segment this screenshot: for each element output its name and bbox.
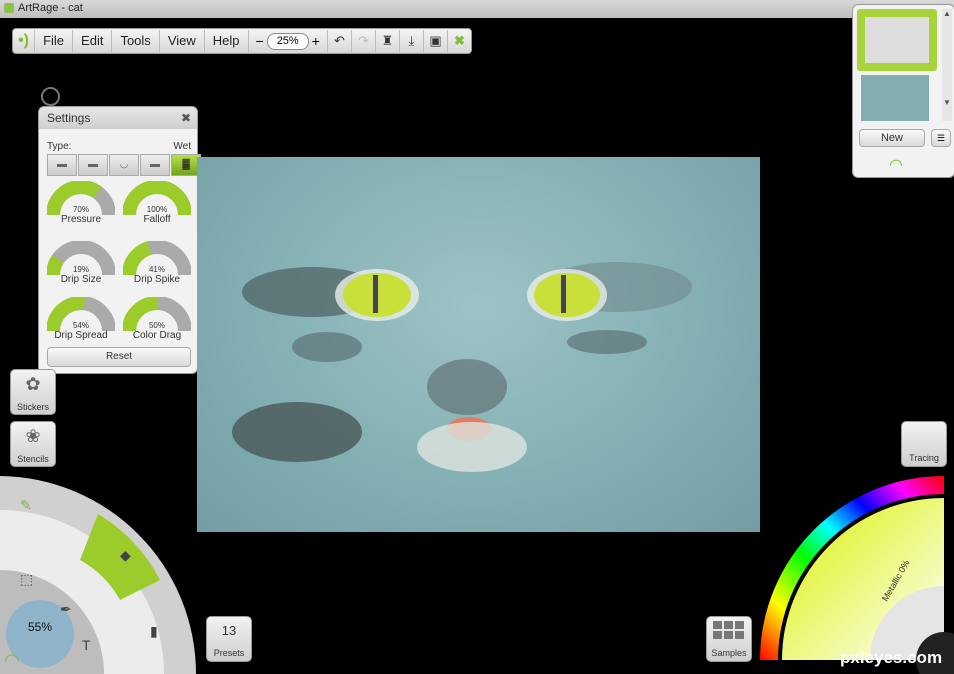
left-cheek-marking: [292, 332, 362, 362]
gauge-value: 70%: [72, 205, 89, 214]
tracing-button[interactable]: Tracing: [901, 421, 947, 467]
layers-panel: ▲ ▼ New ☰ ◠: [852, 4, 954, 178]
gauge-value: 41%: [148, 265, 165, 274]
gauge-drip-spread[interactable]: 54% Drip Spread: [47, 297, 115, 345]
gauge-value: 50%: [148, 321, 165, 330]
gauge-falloff[interactable]: 100% Falloff: [123, 181, 191, 229]
easel-icon[interactable]: ♜: [374, 30, 399, 52]
type-row: Type: Wet: [47, 141, 191, 152]
presets-label: Presets: [213, 648, 245, 658]
right-eye: [534, 273, 600, 317]
stickers-icon: ✿: [25, 374, 41, 394]
window-title: ArtRage - cat: [18, 2, 83, 14]
zoom-control: − 25% +: [247, 30, 327, 52]
layers-scrollbar[interactable]: ▲ ▼: [942, 9, 952, 121]
tracing-label: Tracing: [909, 453, 939, 463]
marker-tool-icon[interactable]: ▮: [150, 623, 158, 639]
title-bar: ArtRage - cat: [0, 0, 954, 18]
cat-painting: [232, 262, 692, 472]
menu-tools[interactable]: Tools: [111, 30, 158, 52]
gauge-label: Drip Spike: [133, 274, 181, 285]
app-icon: [4, 3, 14, 13]
gauge-value: 54%: [72, 321, 89, 330]
menu-edit[interactable]: Edit: [72, 30, 111, 52]
left-cheek-shadow: [232, 402, 362, 462]
stickers-button[interactable]: ✿ Stickers: [10, 369, 56, 415]
gauge-label: Pressure: [60, 214, 101, 225]
type-option-3[interactable]: ◡: [109, 154, 139, 176]
type-buttons: ▬ ▬ ◡ ▬ ▓: [47, 154, 202, 176]
tools-collapse-icon[interactable]: ◠: [4, 650, 20, 670]
reset-button[interactable]: Reset: [47, 347, 191, 367]
muzzle: [417, 422, 527, 472]
close-icon[interactable]: ✖: [181, 107, 191, 129]
gauge-label: Drip Size: [60, 274, 102, 285]
pen-tool-icon[interactable]: ✒: [60, 601, 72, 617]
stencils-icon: ❀: [25, 426, 41, 446]
gauge-value: 19%: [72, 265, 89, 274]
samples-label: Samples: [711, 648, 747, 658]
gauge-value: 100%: [146, 205, 168, 214]
stencils-label: Stencils: [17, 454, 49, 464]
type-value: Wet: [173, 141, 191, 152]
redo-icon[interactable]: ↷: [350, 30, 375, 52]
menu-file[interactable]: File: [34, 30, 72, 52]
gauge-drip-size[interactable]: 19% Drip Size: [47, 241, 115, 289]
panel-collapse-icon[interactable]: ◠: [889, 155, 903, 175]
menu-help[interactable]: Help: [203, 30, 248, 52]
zoom-field[interactable]: 25%: [266, 32, 309, 50]
settings-header: Settings ✖: [39, 107, 197, 129]
watermark: pxleyes.com: [840, 648, 943, 667]
color-picker[interactable]: [760, 476, 954, 674]
brush-tool-icon[interactable]: ✎: [20, 497, 32, 513]
left-pupil: [373, 275, 378, 313]
layer-2-thumbnail[interactable]: [861, 75, 929, 121]
menu-bar: •) File Edit Tools View Help − 25% + ↶ ↷…: [12, 28, 472, 54]
right-cheek-marking: [567, 330, 647, 354]
text-tool-icon[interactable]: T: [82, 637, 91, 653]
zoom-out-button[interactable]: −: [253, 33, 267, 49]
palette-knife-icon[interactable]: ◆: [120, 547, 131, 563]
undo-icon[interactable]: ↶: [326, 30, 351, 52]
nose-bridge: [427, 359, 507, 415]
reference-icon[interactable]: ▣: [422, 30, 447, 52]
samples-icon: [713, 621, 744, 639]
type-option-2[interactable]: ▬: [78, 154, 108, 176]
gauge-label: Falloff: [143, 214, 171, 225]
layer-options-icon[interactable]: ☰: [931, 129, 951, 147]
stencils-button[interactable]: ❀ Stencils: [10, 421, 56, 467]
gauge-color-drag[interactable]: 50% Color Drag: [123, 297, 191, 345]
stickers-label: Stickers: [16, 402, 49, 412]
samples-button[interactable]: Samples: [706, 616, 752, 662]
close-panels-icon[interactable]: ✖: [446, 30, 471, 52]
settings-panel: Settings ✖ Type: Wet ▬ ▬ ◡ ▬ ▓ 70% Pressu…: [38, 106, 201, 374]
presets-count: 13: [221, 623, 237, 638]
gauge-drip-spike[interactable]: 41% Drip Spike: [123, 241, 191, 289]
tool-picker-wheel[interactable]: ⬚ T ✒ ◆ ▮ ✎ ◠: [0, 470, 200, 674]
brush-cursor: [41, 87, 60, 106]
gauge-pressure[interactable]: 70% Pressure: [47, 181, 115, 229]
import-icon[interactable]: ⤓: [398, 30, 423, 52]
selection-tool-icon[interactable]: ⬚: [20, 571, 33, 587]
layer-1-thumbnail[interactable]: [857, 9, 937, 71]
gauge-label: Drip Spread: [54, 330, 108, 341]
right-pupil: [561, 275, 566, 313]
zoom-in-button[interactable]: +: [309, 33, 323, 49]
app-menu-icon[interactable]: •): [13, 30, 34, 52]
gauge-label: Color Drag: [132, 330, 182, 341]
settings-title: Settings: [47, 111, 91, 125]
brush-size-percent: 55%: [28, 620, 53, 634]
painting-canvas[interactable]: [197, 157, 760, 532]
type-label: Type:: [47, 141, 72, 152]
menu-view[interactable]: View: [158, 30, 204, 52]
type-option-1[interactable]: ▬: [47, 154, 77, 176]
new-layer-button[interactable]: New: [859, 129, 925, 147]
presets-button[interactable]: 13 Presets: [206, 616, 252, 662]
type-option-4[interactable]: ▬: [140, 154, 170, 176]
